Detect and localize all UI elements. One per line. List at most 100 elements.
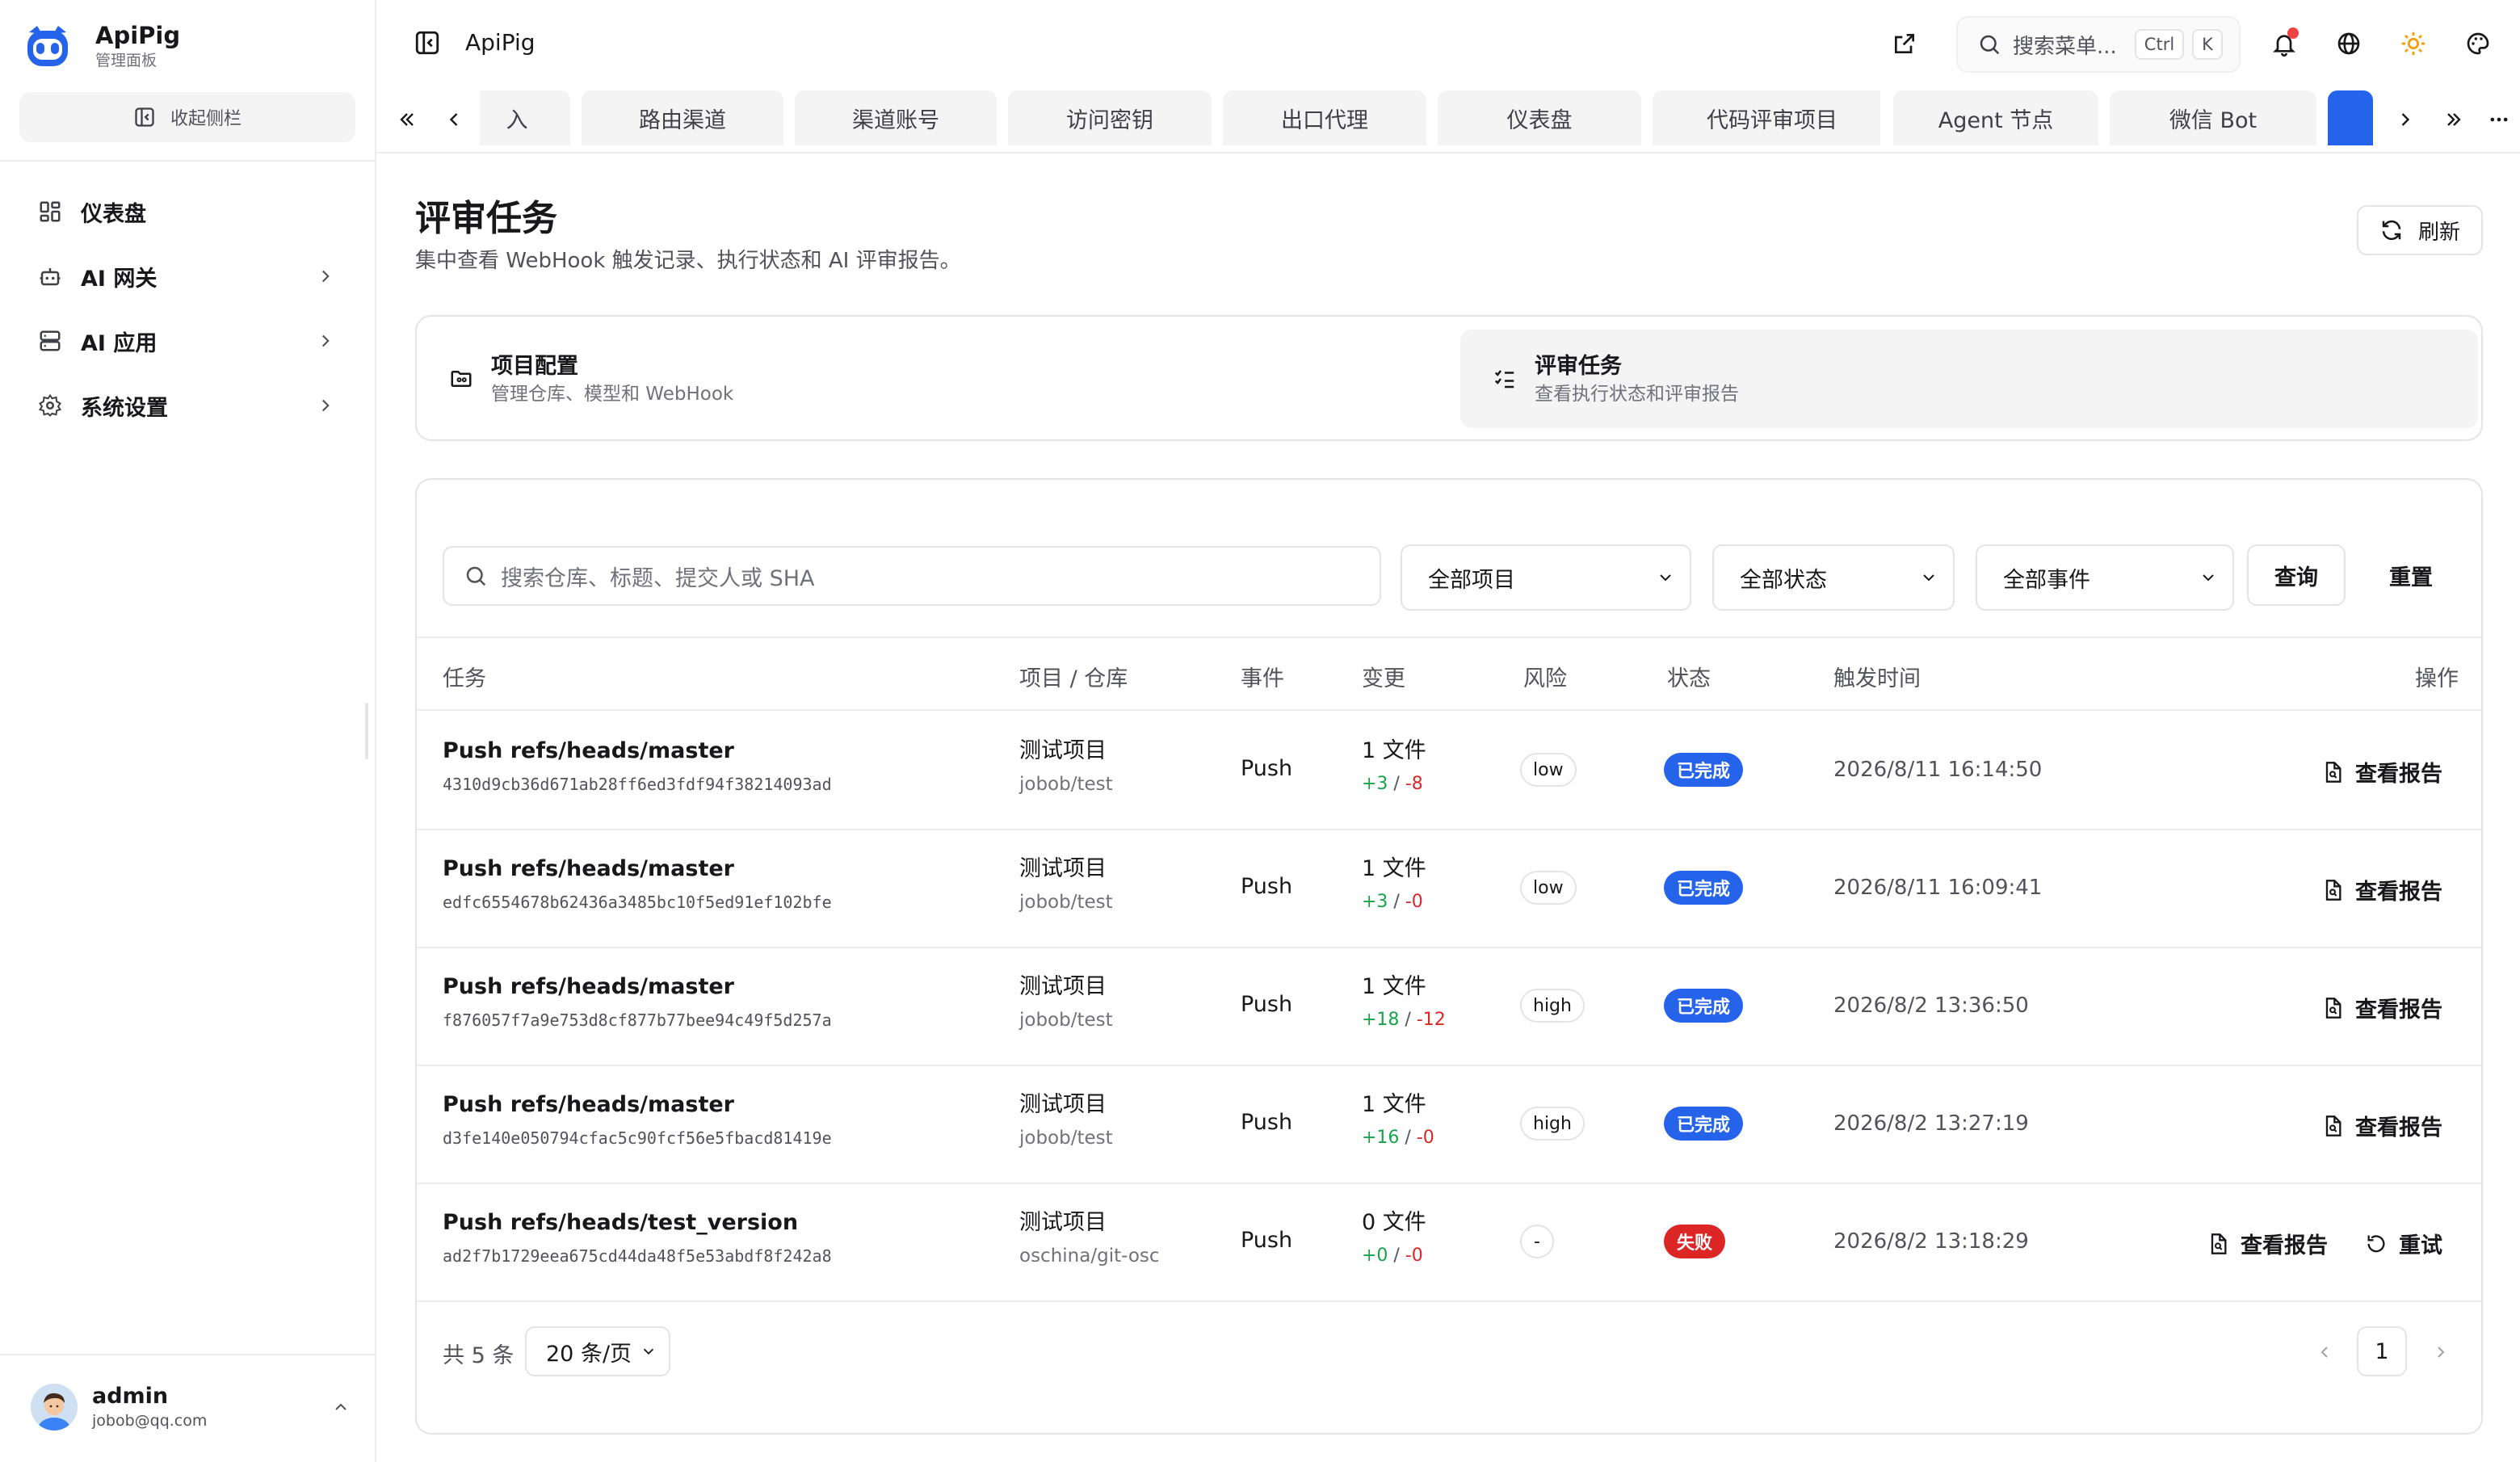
tabs-last-button[interactable] (2439, 105, 2468, 134)
globe-icon (2337, 32, 2360, 55)
chevrons-right-icon (2447, 113, 2461, 126)
collapse-sidebar-button[interactable]: 收起侧栏 (19, 92, 355, 142)
chevron-right-icon (2438, 1346, 2445, 1358)
header-action: 操作 (2415, 666, 2459, 691)
status-badge: 已完成 (1664, 871, 1744, 905)
sidebar-item-settings[interactable]: 系统设置 (19, 373, 355, 438)
view-report-button[interactable]: 查看报告 (2321, 756, 2442, 788)
brand-title: ApiPig (95, 22, 181, 49)
notifications-button[interactable] (2270, 27, 2299, 58)
refresh-button[interactable]: 刷新 (2357, 205, 2483, 255)
view-report-label: 查看报告 (2355, 762, 2442, 787)
project-name: 测试项目 (1019, 738, 1107, 763)
sidebar-item-ai-gateway[interactable]: AI 网关 (19, 244, 355, 309)
language-button[interactable] (2334, 29, 2363, 58)
commit-sha: d3fe140e050794cfac5c90fcf56e5fbacd81419e (443, 1128, 832, 1148)
status-select[interactable]: 全部状态 (1712, 544, 1955, 611)
tab-review-tasks[interactable]: 评审任务 查看执行状态和评审报告 (1460, 330, 2478, 428)
menu-search[interactable]: 搜索菜单... Ctrl K (1956, 16, 2241, 73)
theme-toggle-button[interactable] (2399, 29, 2428, 58)
notification-dot (2287, 27, 2299, 39)
query-button[interactable]: 查询 (2247, 544, 2346, 606)
task-title[interactable]: Push refs/heads/master (443, 855, 832, 884)
view-report-label: 查看报告 (2355, 1115, 2442, 1141)
task-title[interactable]: Push refs/heads/master (443, 1090, 832, 1120)
task-title[interactable]: Push refs/heads/master (443, 973, 832, 1002)
repo-name: jobob/test (1019, 1010, 1113, 1031)
topbar: ApiPig 搜索菜单... Ctrl K (376, 0, 2520, 87)
status-badge: 失败 (1664, 1225, 1726, 1258)
sun-icon (2401, 32, 2426, 56)
view-report-button[interactable]: 查看报告 (2321, 992, 2442, 1023)
status-badge: 已完成 (1664, 1107, 1744, 1141)
menu-search-placeholder: 搜索菜单... (2013, 34, 2117, 59)
event-type: Push (1241, 1228, 1293, 1253)
toggle-sidebar-button[interactable] (414, 29, 441, 60)
reset-button[interactable]: 重置 (2362, 544, 2460, 606)
sidebar-item-dashboard[interactable]: 仪表盘 (19, 179, 355, 244)
view-report-label: 查看报告 (2241, 1233, 2328, 1258)
changed-files: 1 文件 (1362, 856, 1426, 881)
view-report-button[interactable]: 查看报告 (2321, 874, 2442, 905)
view-report-button[interactable]: 查看报告 (2207, 1228, 2328, 1259)
event-type: Push (1241, 756, 1293, 781)
additions: +16 (1362, 1128, 1400, 1148)
file-search-icon (2325, 761, 2342, 783)
section-switcher: 项目配置 管理仓库、模型和 WebHook 评审任务 查看执行状态和评审报告 (415, 315, 2483, 441)
file-search-icon (2211, 1233, 2227, 1254)
breadcrumb[interactable]: ApiPig (465, 29, 536, 56)
external-link-button[interactable] (1890, 29, 1919, 58)
tabs-more-button[interactable] (2484, 105, 2514, 134)
view-report-button[interactable]: 查看报告 (2321, 1110, 2442, 1141)
retry-label: 重试 (2399, 1233, 2442, 1258)
page-size-value: 20 条/页 (546, 1341, 632, 1367)
page-number-button[interactable]: 1 (2357, 1326, 2407, 1376)
trigger-time: 2026/8/11 16:14:50 (1833, 758, 2043, 782)
header-risk: 风险 (1523, 666, 1567, 691)
chevron-right-icon (321, 334, 330, 347)
sidebar-divider (0, 1354, 376, 1355)
external-link-icon (1895, 34, 1914, 53)
header-status: 状态 (1667, 666, 1711, 691)
repo-name: oschina/git-osc (1019, 1246, 1160, 1267)
event-select[interactable]: 全部事件 (1976, 544, 2234, 611)
project-select[interactable]: 全部项目 (1401, 544, 1691, 611)
header-event: 事件 (1241, 666, 1284, 691)
event-select-value: 全部事件 (2003, 567, 2090, 593)
diff-stats: +3 / -8 (1362, 774, 1423, 794)
next-page-button[interactable] (2426, 1338, 2455, 1367)
task-title[interactable]: Push refs/heads/test_version (443, 1208, 832, 1237)
table-row: Push refs/heads/master f876057f7a9e753d8c… (417, 948, 2481, 1066)
palette-icon (2467, 32, 2489, 55)
prev-page-button[interactable] (2310, 1338, 2339, 1367)
user-menu[interactable]: admin jobob@qq.com (31, 1383, 351, 1431)
risk-badge: low (1520, 871, 1577, 905)
segment-title: 评审任务 (1535, 354, 1622, 379)
brand[interactable]: ApiPig 管理面板 (23, 21, 180, 71)
file-search-icon (2325, 879, 2342, 901)
task-search-input[interactable]: 搜索仓库、标题、提交人或 SHA (443, 546, 1381, 606)
tab-active[interactable] (2328, 90, 2373, 145)
deletions: -0 (1405, 892, 1423, 912)
additions: +0 (1362, 1246, 1388, 1266)
page-size-select[interactable]: 20 条/页 (525, 1326, 670, 1376)
changed-files: 1 文件 (1362, 974, 1426, 999)
tasks-card: 搜索仓库、标题、提交人或 SHA 全部项目 全部状态 全部事件 查询 重置 任务… (415, 478, 2483, 1435)
sidebar-item-ai-apps[interactable]: AI 应用 (19, 309, 355, 373)
tab-project-config[interactable]: 项目配置 管理仓库、模型和 WebHook (417, 330, 1436, 428)
chevron-right-icon (321, 399, 330, 412)
tab[interactable]: 微信 Bot (2110, 90, 2316, 145)
chevron-up-icon (335, 1403, 346, 1410)
retry-button[interactable]: 重试 (2365, 1228, 2442, 1259)
chevron-down-icon (1923, 574, 1934, 582)
sidebar-resize-handle[interactable] (365, 703, 368, 759)
server-icon (37, 328, 63, 354)
palette-button[interactable] (2463, 29, 2493, 58)
chevron-down-icon (643, 1348, 654, 1355)
event-type: Push (1241, 1110, 1293, 1135)
tab[interactable]: Agent 节点 (1893, 90, 2098, 145)
repo-name: jobob/test (1019, 774, 1113, 795)
task-title[interactable]: Push refs/heads/master (443, 737, 832, 766)
bot-icon (37, 263, 63, 289)
tabs-next-button[interactable] (2391, 105, 2420, 134)
